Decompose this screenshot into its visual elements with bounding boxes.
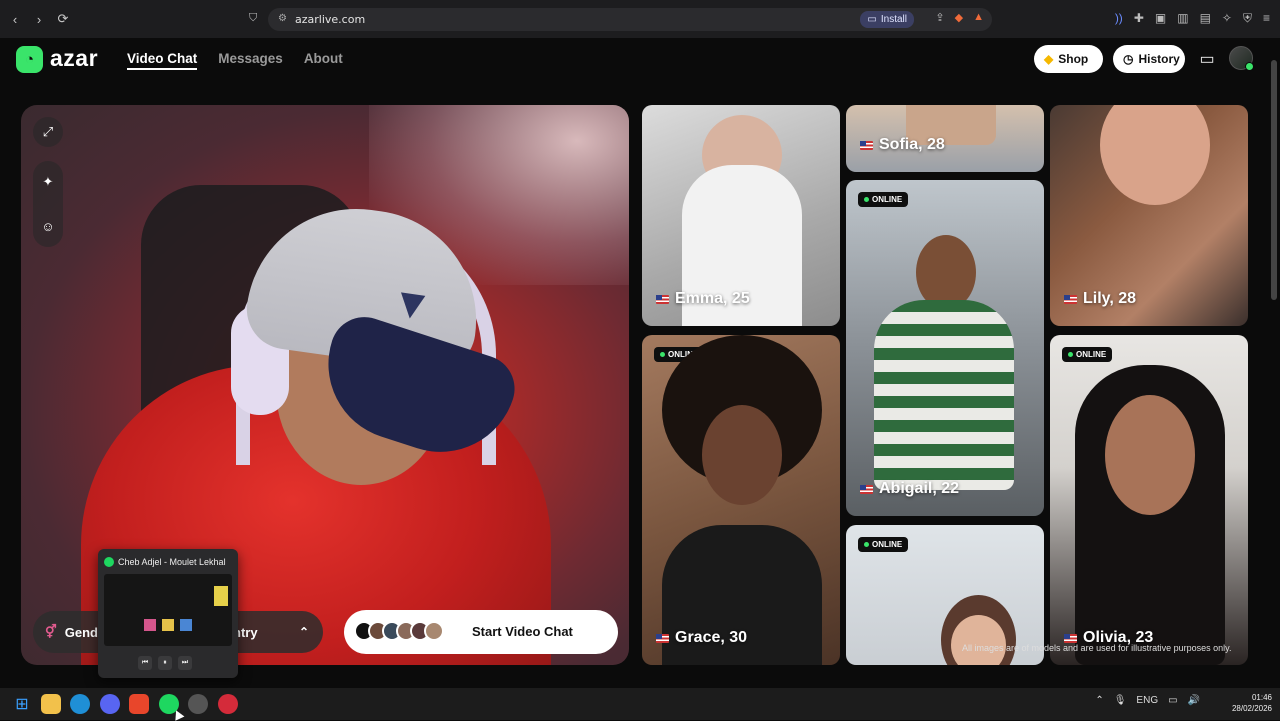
wallet-icon[interactable]: ▤ [1200,11,1211,26]
fullscreen-icon[interactable]: ⤢ [33,117,63,147]
date-text: 28/02/2026 [1231,704,1272,713]
track-title: Cheb Adjel - Moulet Lekhal [104,557,226,567]
extensions-icon[interactable]: ✚ [1134,11,1144,26]
browser-toolbar: ‹ › ⟳ ⛉ ⚙ azarlive.com ▭ Install ⇪ ◆ ▲ )… [0,0,1280,38]
address-bar[interactable]: ⚙ azarlive.com ▭ Install ⇪ ◆ ▲ [268,8,992,31]
brave-icon[interactable] [129,694,149,714]
main-nav: Video Chat Messages About [127,51,343,70]
nav-about[interactable]: About [304,51,343,70]
gem-icon: ◆ [1044,52,1054,66]
shop-button[interactable]: ◆ Shop [1034,45,1103,73]
url-text[interactable]: azarlive.com [295,13,365,26]
logo-text[interactable]: azar [50,45,98,72]
magic-wand-icon[interactable]: ✦ [33,167,63,197]
scrollbar[interactable] [1271,45,1277,665]
display-icon[interactable]: ▭ [1168,695,1177,706]
media-player-popup[interactable]: Cheb Adjel - Moulet Lekhal ⏮ ⏸ ⏭ [98,549,238,678]
profile-card[interactable]: Sofia, 28 [846,105,1044,172]
online-badge: ONLINE [1062,347,1113,362]
tabs-icon[interactable]: ▣ [1155,11,1166,26]
profile-card[interactable]: Emma, 25 [642,105,840,326]
gender-icon: ⚥ [45,624,57,639]
avatar [424,621,444,641]
us-flag-icon [1064,633,1077,643]
avatar[interactable] [1229,46,1254,71]
us-flag-icon [860,140,873,150]
microphone-icon[interactable]: 🎙 [1114,695,1127,706]
online-badge: ONLINE [858,537,909,552]
profile-name: Lily, 28 [1064,290,1136,308]
app-icon[interactable] [188,694,208,714]
install-label: Install [880,14,907,25]
volume-icon[interactable]: 🔊 [1188,695,1200,706]
previous-icon[interactable]: ⏮ [138,656,152,670]
vpn-icon[interactable]: ⛨ [1243,11,1252,26]
profile-card[interactable]: ONLINE Grace, 30 [642,335,840,665]
edge-icon[interactable] [70,694,90,714]
history-button[interactable]: ◷ History [1113,45,1185,73]
spotify-icon [104,557,114,567]
profile-name: Grace, 30 [656,629,747,647]
clock[interactable]: 01:46 28/02/2026 [1232,692,1272,714]
azar-logo-icon[interactable]: ◔ [16,46,43,73]
inbox-icon[interactable]: ▭ [1195,47,1219,71]
time-text: 01:46 [1251,693,1272,702]
profile-card[interactable]: Lily, 28 [1050,105,1248,326]
site-info-icon[interactable]: ⚙ [278,13,287,24]
pause-icon[interactable]: ⏸ [158,656,172,670]
status-dot [1245,62,1254,71]
clock-icon: ◷ [1123,52,1134,66]
leo-icon[interactable]: ✧ [1222,11,1232,26]
profile-name: Abigail, 22 [860,480,959,498]
brave-shield-icon[interactable]: ◆ [955,11,963,24]
start-video-chat-button[interactable]: Start Video Chat [344,610,618,654]
discord-icon[interactable] [100,694,120,714]
start-label: Start Video Chat [472,624,573,639]
us-flag-icon [656,633,669,643]
nav-messages[interactable]: Messages [218,51,283,70]
share-icon[interactable]: ⇪ [935,11,944,24]
us-flag-icon [1064,294,1077,304]
back-icon[interactable]: ‹ [6,10,24,28]
disclaimer-text: All images are of models and are used fo… [962,643,1232,653]
us-flag-icon [656,294,669,304]
shop-label: Shop [1058,52,1089,66]
sticker-icon[interactable]: ☺ [33,211,63,241]
gender-filter[interactable]: Gend [65,625,98,640]
site-header: ◔ azar Video Chat Messages About ◆ Shop … [0,38,1280,90]
profile-card[interactable]: ONLINE Olivia, 23 [1050,335,1248,665]
profile-card[interactable]: ONLINE Abigail, 22 [846,180,1044,516]
effects-group: ✦ ☺ [33,161,63,247]
windows-start-icon[interactable]: ⊞ [12,694,32,714]
install-icon: ▭ [867,14,877,25]
player-thumbnail[interactable] [104,574,232,646]
chevron-up-icon[interactable]: ⌃ [299,625,309,639]
audio-icon[interactable]: )) [1115,11,1123,26]
language-indicator[interactable]: ENG [1136,695,1158,706]
profile-name: Emma, 25 [656,290,750,308]
sidebar-icon[interactable]: ▥ [1177,11,1188,26]
bookmark-icon[interactable]: ⛉ [249,12,257,25]
file-explorer-icon[interactable] [41,694,61,714]
nav-video-chat[interactable]: Video Chat [127,51,198,70]
brave-rewards-icon[interactable]: ▲ [973,11,984,24]
chevron-up-icon[interactable]: ⌃ [1095,695,1103,706]
history-label: History [1138,52,1180,66]
wolf-logo-icon: ▼ [388,277,436,330]
avatar-stack [354,621,444,641]
next-icon[interactable]: ⏭ [178,656,192,670]
menu-icon[interactable]: ≡ [1263,11,1270,26]
taskbar: ⊞ ⌃ 🎙 ENG ▭ 🔊 01:46 28/02/2026 [0,688,1280,720]
app-icon[interactable] [218,694,238,714]
profile-name: Sofia, 28 [860,136,945,154]
us-flag-icon [860,484,873,494]
install-button[interactable]: ▭ Install [860,11,914,28]
reload-icon[interactable]: ⟳ [54,10,72,28]
online-badge: ONLINE [858,192,909,207]
forward-icon[interactable]: › [30,10,48,28]
